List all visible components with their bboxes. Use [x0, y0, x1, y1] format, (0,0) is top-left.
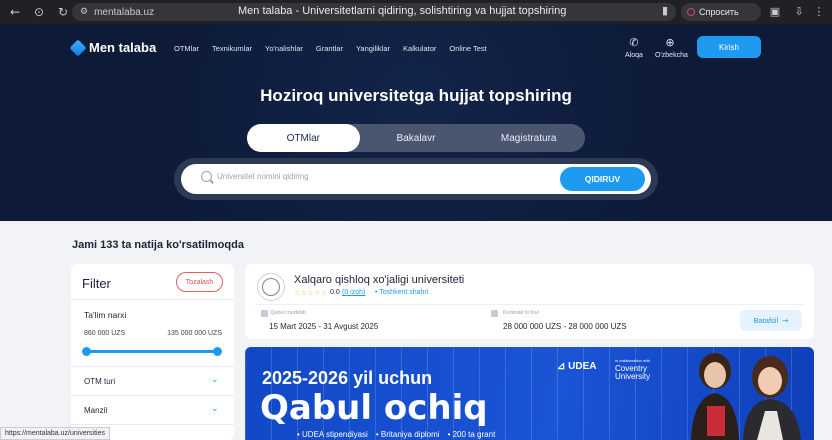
calendar-icon — [261, 310, 268, 317]
url-text: mentalaba.uz — [94, 6, 155, 18]
main-nav: OTMlar Texnikumlar Yo'nalishlar Grantlar… — [174, 44, 487, 53]
filter-panel: Filter Tozalash Ta'lim narxi 860 000 UZS… — [71, 264, 234, 440]
udea-label: UDEA — [568, 361, 597, 372]
university-logo — [257, 273, 285, 301]
extension-icon[interactable]: ▣ — [768, 5, 782, 19]
divider — [71, 366, 234, 367]
banner-headline: Qabul ochiq — [260, 388, 488, 428]
globe-icon: ⊕ — [665, 36, 675, 49]
details-button[interactable]: Batafsil → — [740, 310, 802, 331]
search-input[interactable] — [217, 172, 557, 181]
ask-icon — [687, 8, 695, 16]
banner-bullet: • 200 ta grant — [447, 430, 496, 439]
divider — [71, 395, 234, 396]
contract-label: Kontrakt to'lovi — [503, 310, 539, 316]
nav-yangiliklar[interactable]: Yangiliklar — [356, 44, 390, 53]
browser-chrome: ← ⊙ ↻ ⚙ mentalaba.uz Men talaba - Univer… — [0, 0, 832, 24]
menu-icon[interactable]: ⋮ — [812, 5, 826, 19]
promo-banner[interactable]: 2025-2026 yil uchun Qabul ochiq • UDEA s… — [245, 347, 814, 440]
university-card[interactable]: Xalqaro qishloq xo'jaligi universiteti ☆… — [245, 264, 814, 339]
address-bar[interactable]: ⚙ mentalaba.uz Men talaba - Universitetl… — [72, 3, 676, 21]
download-icon[interactable]: ⇩ — [792, 5, 806, 19]
language-label: O'zbekcha — [655, 52, 688, 59]
search-box: QIDIRUV — [181, 164, 651, 194]
search-icon — [201, 171, 212, 182]
coventry-university: University — [615, 372, 651, 381]
nav-texnikumlar[interactable]: Texnikumlar — [212, 44, 252, 53]
tab-title: Men talaba - Universitetlarni qidiring, … — [238, 5, 567, 17]
chevron-down-icon[interactable]: ⌄ — [211, 404, 219, 414]
rating-stars-icon: ☆☆☆☆☆ — [294, 289, 328, 297]
contract-value: 28 000 000 UZS - 28 000 000 UZS — [503, 322, 627, 331]
nav-yonalishlar[interactable]: Yo'nalishlar — [265, 44, 303, 53]
tab-magistratura[interactable]: Magistratura — [472, 124, 585, 152]
contact-label: Aloqa — [625, 52, 643, 59]
site-info-icon[interactable]: ⚙ — [80, 7, 88, 17]
back-icon[interactable]: ← — [6, 3, 24, 21]
filter-section-manzil[interactable]: Manzil — [84, 406, 107, 415]
tab-otmlar[interactable]: OTMlar — [247, 124, 360, 152]
login-button[interactable]: Kirish — [697, 36, 761, 58]
results-count: Jami 133 ta natija ko'rsatilmoqda — [72, 239, 244, 251]
hero-section: Men talaba OTMlar Texnikumlar Yo'nalishl… — [0, 24, 832, 221]
filter-title: Filter — [82, 276, 111, 291]
students-photo — [691, 353, 801, 440]
language-selector[interactable]: ⊕ O'zbekcha — [655, 36, 688, 59]
profile-icon[interactable]: ⊙ — [30, 3, 48, 21]
arrow-right-icon: → — [782, 316, 789, 325]
chevron-down-icon[interactable]: ⌄ — [211, 375, 219, 385]
search-container: QIDIRUV — [174, 158, 658, 200]
search-button[interactable]: QIDIRUV — [560, 167, 645, 191]
reviews-link[interactable]: (0 izoh) — [342, 289, 365, 296]
divider — [254, 304, 804, 305]
price-slider[interactable] — [82, 347, 222, 356]
university-name[interactable]: Xalqaro qishloq xo'jaligi universiteti — [294, 274, 464, 286]
city-label: • Toshkent shahri — [375, 289, 429, 296]
wallet-icon — [491, 310, 498, 317]
brand-logo[interactable]: Men talaba — [69, 39, 157, 56]
reload-icon[interactable]: ↻ — [54, 3, 72, 21]
divider — [71, 299, 234, 300]
banner-year: 2025-2026 yil uchun — [262, 368, 433, 388]
tab-bakalavr[interactable]: Bakalavr — [360, 124, 473, 152]
price-max: 135 000 000 UZS — [167, 330, 222, 337]
price-label: Ta'lim narxi — [84, 310, 127, 320]
price-min: 860 000 UZS — [84, 330, 126, 337]
rating-value: 0.0 — [330, 289, 340, 296]
clear-filters-button[interactable]: Tozalash — [176, 272, 223, 292]
banner-bullet: • UDEA stipendiyasi — [297, 430, 368, 439]
status-bar: https://mentalaba.uz/universities — [0, 427, 110, 440]
nav-kalkulator[interactable]: Kalkulator — [403, 44, 436, 53]
degree-tabs: OTMlar Bakalavr Magistratura — [247, 124, 585, 152]
banner-bullet: • Britaniya diplomi — [375, 430, 440, 439]
nav-online-test[interactable]: Online Test — [449, 44, 486, 53]
contact-link[interactable]: ✆ Aloqa — [619, 36, 649, 59]
bookmark-icon[interactable]: ▮ — [662, 4, 668, 17]
ask-button[interactable]: Спросить — [681, 3, 761, 21]
ask-label: Спросить — [699, 7, 739, 17]
hero-title: Hoziroq universitetga hujjat topshiring — [260, 86, 572, 105]
coventry-logo: in collaboration with Coventry Universit… — [615, 357, 650, 381]
filter-section-otm-turi[interactable]: OTM turi — [84, 377, 115, 386]
details-label: Batafsil — [753, 316, 779, 325]
price-slider-max-handle[interactable] — [213, 347, 222, 356]
admission-value: 15 Mart 2025 - 31 Avgust 2025 — [269, 322, 379, 331]
brand-name: Men talaba — [89, 40, 157, 55]
phone-icon: ✆ — [629, 36, 639, 49]
udea-logo: ⊿ UDEA — [557, 361, 597, 372]
nav-grantlar[interactable]: Grantlar — [316, 44, 343, 53]
nav-otmlar[interactable]: OTMlar — [174, 44, 199, 53]
city-name: Toshkent shahri — [379, 289, 429, 296]
divider — [71, 424, 234, 425]
admission-label: Qabul muddati — [270, 310, 306, 316]
banner-bullets: • UDEA stipendiyasi • Britaniya diplomi … — [297, 430, 495, 439]
price-slider-min-handle[interactable] — [82, 347, 91, 356]
brand-logo-icon — [69, 39, 87, 56]
